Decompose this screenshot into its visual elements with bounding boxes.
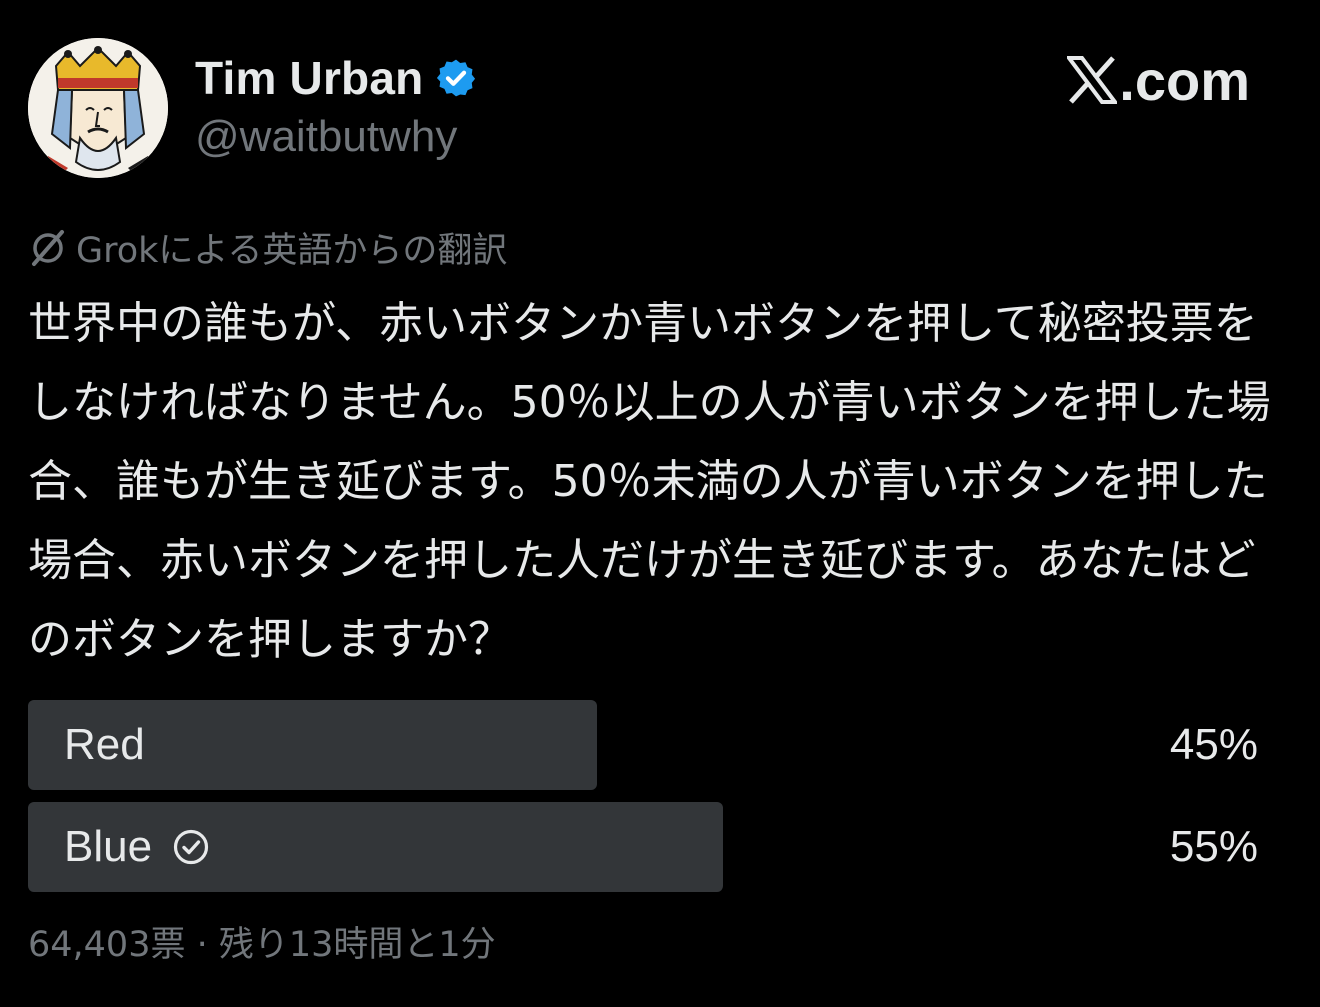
poll-option-label: Red [64, 700, 145, 790]
grok-icon [32, 229, 64, 266]
poll-option-red-percent: 45% [1169, 720, 1258, 769]
poll-option-red-label: Red [64, 720, 145, 769]
translation-note-text: Grokによる英語からの翻訳 [76, 231, 508, 271]
avatar[interactable] [28, 38, 168, 178]
poll-option-red[interactable]: Red 45% [28, 700, 1258, 790]
brand-text: .com [1119, 48, 1250, 112]
poll-option-blue-percent: 55% [1169, 822, 1258, 871]
poll-option-blue-label: Blue [64, 822, 153, 871]
author-info: Tim Urban @waitbutwhy [195, 50, 477, 162]
poll: Red 45% Blue 55% [28, 700, 1258, 904]
x-logo-icon [1067, 56, 1118, 104]
brand-watermark: .com [1067, 48, 1250, 112]
display-name-row: Tim Urban [195, 50, 477, 106]
display-name[interactable]: Tim Urban [195, 51, 423, 105]
author-handle[interactable]: @waitbutwhy [195, 112, 477, 162]
verified-badge-icon [437, 59, 476, 97]
king-card-avatar-icon [28, 38, 168, 178]
tweet-text: 世界中の誰もが、赤いボタンか青いボタンを押して秘密投票をしなければなりません。5… [28, 298, 1271, 665]
poll-meta: 64,403票 · 残り13時間と1分 [28, 925, 496, 965]
tweet-header: Tim Urban @waitbutwhy .com [28, 38, 1292, 182]
poll-option-label: Blue [64, 802, 210, 892]
translation-note[interactable]: Grokによる英語からの翻訳 [28, 222, 507, 273]
check-circle-icon [173, 829, 209, 865]
poll-option-blue[interactable]: Blue 55% [28, 802, 1258, 892]
